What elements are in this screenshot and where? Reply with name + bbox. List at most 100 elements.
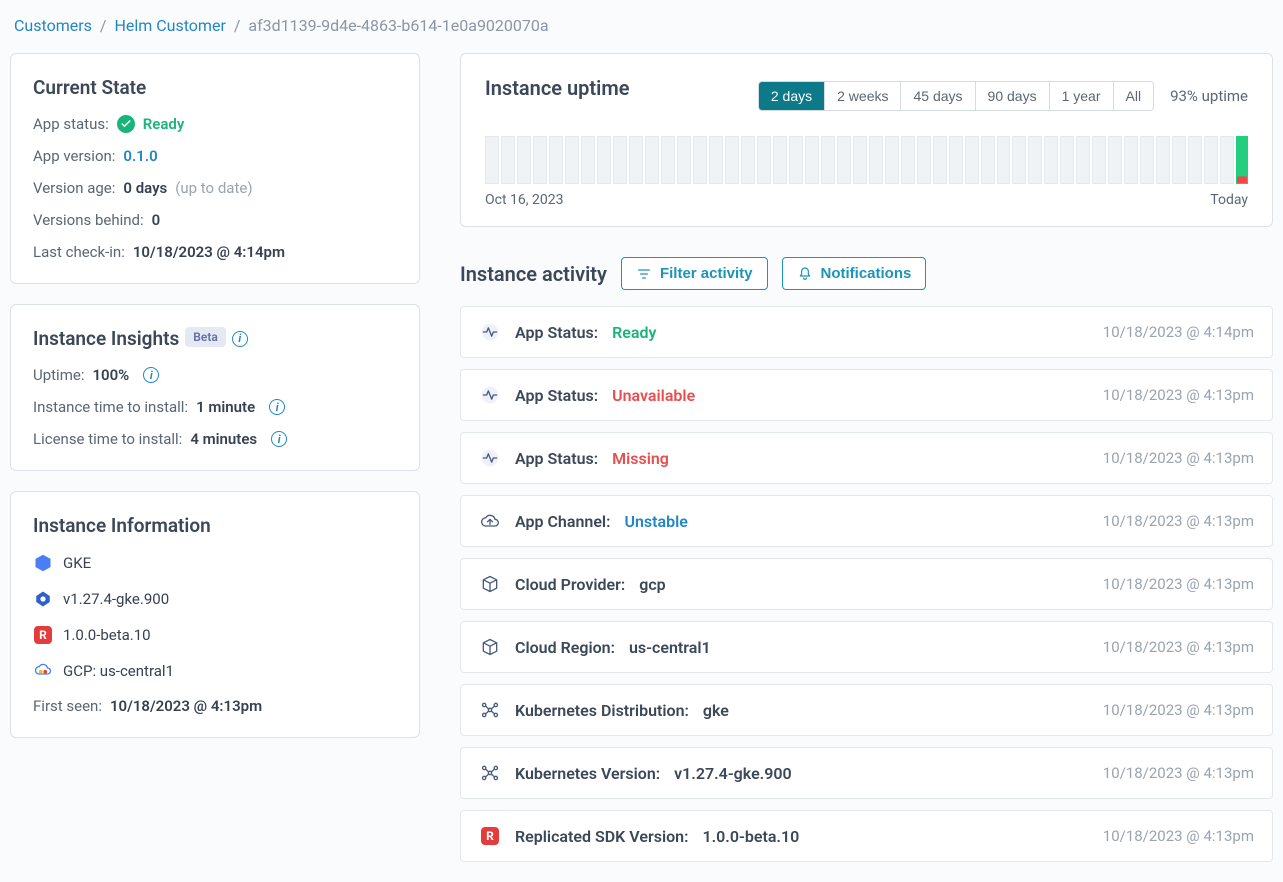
uptime-bar-empty	[805, 136, 819, 184]
uptime-bar-empty	[517, 136, 531, 184]
box-icon	[479, 573, 501, 595]
uptime-bar-empty	[853, 136, 867, 184]
gke-distro: GKE	[63, 554, 91, 572]
activity-timestamp: 10/18/2023 @ 4:13pm	[1103, 701, 1254, 719]
uptime-chart	[485, 136, 1248, 184]
info-icon[interactable]: i	[232, 331, 248, 347]
install-time-value: 1 minute	[196, 398, 255, 416]
versions-behind-label: Versions behind:	[33, 211, 144, 229]
activity-value: us-central1	[629, 638, 711, 657]
versions-behind-value: 0	[152, 211, 161, 229]
activity-label: Replicated SDK Version:	[515, 827, 688, 846]
uptime-range-2-days[interactable]: 2 days	[759, 82, 825, 110]
nodes-icon	[479, 699, 501, 721]
activity-row[interactable]: Kubernetes Distribution: gke 10/18/2023 @ …	[460, 684, 1273, 736]
instance-information-title: Instance Information	[33, 514, 397, 537]
uptime-bar-empty	[549, 136, 563, 184]
app-version-value[interactable]: 0.1.0	[123, 147, 157, 165]
activity-label: Kubernetes Distribution:	[515, 701, 689, 720]
uptime-bar-empty	[949, 136, 963, 184]
uptime-bar-empty	[981, 136, 995, 184]
uptime-end-date: Today	[1210, 192, 1248, 208]
current-state-title: Current State	[33, 76, 397, 99]
uptime-bar-empty	[485, 136, 499, 184]
instance-information-card: Instance Information GKE v1.27.4-gke.900…	[10, 491, 420, 738]
activity-label: Cloud Region:	[515, 638, 615, 657]
uptime-start-date: Oct 16, 2023	[485, 192, 563, 208]
activity-value: Unavailable	[612, 386, 695, 405]
activity-row[interactable]: Kubernetes Version:v1.27.4-gke.90010/18/…	[460, 747, 1273, 799]
instance-insights-card: Instance Insights Beta i Uptime: 100% i …	[10, 304, 420, 471]
replicated-icon: R	[33, 625, 53, 645]
uptime-bar-empty	[933, 136, 947, 184]
cloud-region: GCP: us-central1	[63, 662, 174, 680]
breadcrumb-customers[interactable]: Customers	[14, 16, 92, 35]
uptime-bar-empty	[645, 136, 659, 184]
pulse-icon	[479, 447, 501, 469]
gke-icon	[33, 553, 53, 573]
uptime-range-45-days[interactable]: 45 days	[901, 82, 975, 110]
instance-insights-title: Instance Insights	[33, 327, 179, 350]
activity-value: Unstable	[624, 512, 687, 531]
activity-timestamp: 10/18/2023 @ 4:13pm	[1103, 638, 1254, 656]
kubernetes-icon	[33, 589, 53, 609]
app-status-label: App status:	[33, 115, 109, 133]
version-age-value: 0 days	[123, 179, 167, 197]
breadcrumb-instance-id: af3d1139-9d4e-4863-b614-1e0a9020070a	[248, 16, 548, 35]
uptime-bar-partial	[1236, 136, 1248, 184]
uptime-bar-empty	[1124, 136, 1138, 184]
uptime-bar-empty	[629, 136, 643, 184]
breadcrumb-customer[interactable]: Helm Customer	[114, 16, 225, 35]
uptime-bar-empty	[1204, 136, 1218, 184]
uptime-bar-empty	[789, 136, 803, 184]
activity-row[interactable]: App Status:Unavailable10/18/2023 @ 4:13p…	[460, 369, 1273, 421]
activity-row[interactable]: Cloud Region: us-central1 10/18/2023 @ 4:1…	[460, 621, 1273, 673]
install-time-label: Instance time to install:	[33, 398, 188, 416]
uptime-bar-empty	[773, 136, 787, 184]
breadcrumb: Customers / Helm Customer / af3d1139-9d4…	[10, 10, 1273, 53]
license-time-value: 4 minutes	[190, 430, 257, 448]
activity-row[interactable]: App Status:Ready10/18/2023 @ 4:14pm	[460, 306, 1273, 358]
activity-row[interactable]: RReplicated SDK Version:1.0.0-beta.1010/…	[460, 810, 1273, 862]
uptime-bar-empty	[885, 136, 899, 184]
activity-value: Ready	[612, 323, 656, 342]
uptime-range-90-days[interactable]: 90 days	[976, 82, 1050, 110]
uptime-bar-empty	[597, 136, 611, 184]
last-checkin-label: Last check-in:	[33, 243, 125, 261]
activity-row[interactable]: App Status:Missing10/18/2023 @ 4:13pm	[460, 432, 1273, 484]
replicated-icon: R	[479, 825, 501, 847]
uptime-bar-empty	[533, 136, 547, 184]
sdk-version: 1.0.0-beta.10	[63, 626, 151, 644]
uptime-bar-empty	[1092, 136, 1106, 184]
activity-timestamp: 10/18/2023 @ 4:13pm	[1103, 575, 1254, 593]
uptime-bar-empty	[757, 136, 771, 184]
check-circle-icon	[117, 115, 135, 133]
info-icon[interactable]: i	[143, 367, 159, 383]
first-seen-label: First seen:	[33, 697, 102, 715]
activity-row[interactable]: App Channel:Unstable10/18/2023 @ 4:13pm	[460, 495, 1273, 547]
uptime-bar-empty	[741, 136, 755, 184]
box-icon	[479, 636, 501, 658]
notifications-button[interactable]: Notifications	[782, 257, 927, 290]
filter-activity-button[interactable]: Filter activity	[621, 257, 768, 290]
uptime-value: 100%	[92, 366, 129, 384]
activity-value: 1.0.0-beta.10	[702, 827, 799, 846]
uptime-bar-empty	[997, 136, 1011, 184]
pulse-icon	[479, 321, 501, 343]
info-icon[interactable]: i	[271, 431, 287, 447]
uptime-range-all[interactable]: All	[1114, 82, 1154, 110]
uptime-bar-empty	[581, 136, 595, 184]
activity-value: gke	[703, 701, 729, 720]
uptime-range-control: 2 days2 weeks45 days90 days1 yearAll	[758, 81, 1154, 111]
activity-row[interactable]: Cloud Provider:gcp10/18/2023 @ 4:13pm	[460, 558, 1273, 610]
nodes-icon	[479, 762, 501, 784]
info-icon[interactable]: i	[269, 399, 285, 415]
uptime-range-1-year[interactable]: 1 year	[1050, 82, 1114, 110]
app-version-label: App version:	[33, 147, 115, 165]
uptime-range-2-weeks[interactable]: 2 weeks	[825, 82, 901, 110]
activity-timestamp: 10/18/2023 @ 4:13pm	[1103, 386, 1254, 404]
uptime-title: Instance uptime	[485, 76, 629, 100]
current-state-card: Current State App status: Ready App vers…	[10, 53, 420, 284]
uptime-bar-empty	[901, 136, 915, 184]
activity-value: v1.27.4-gke.900	[674, 764, 792, 783]
